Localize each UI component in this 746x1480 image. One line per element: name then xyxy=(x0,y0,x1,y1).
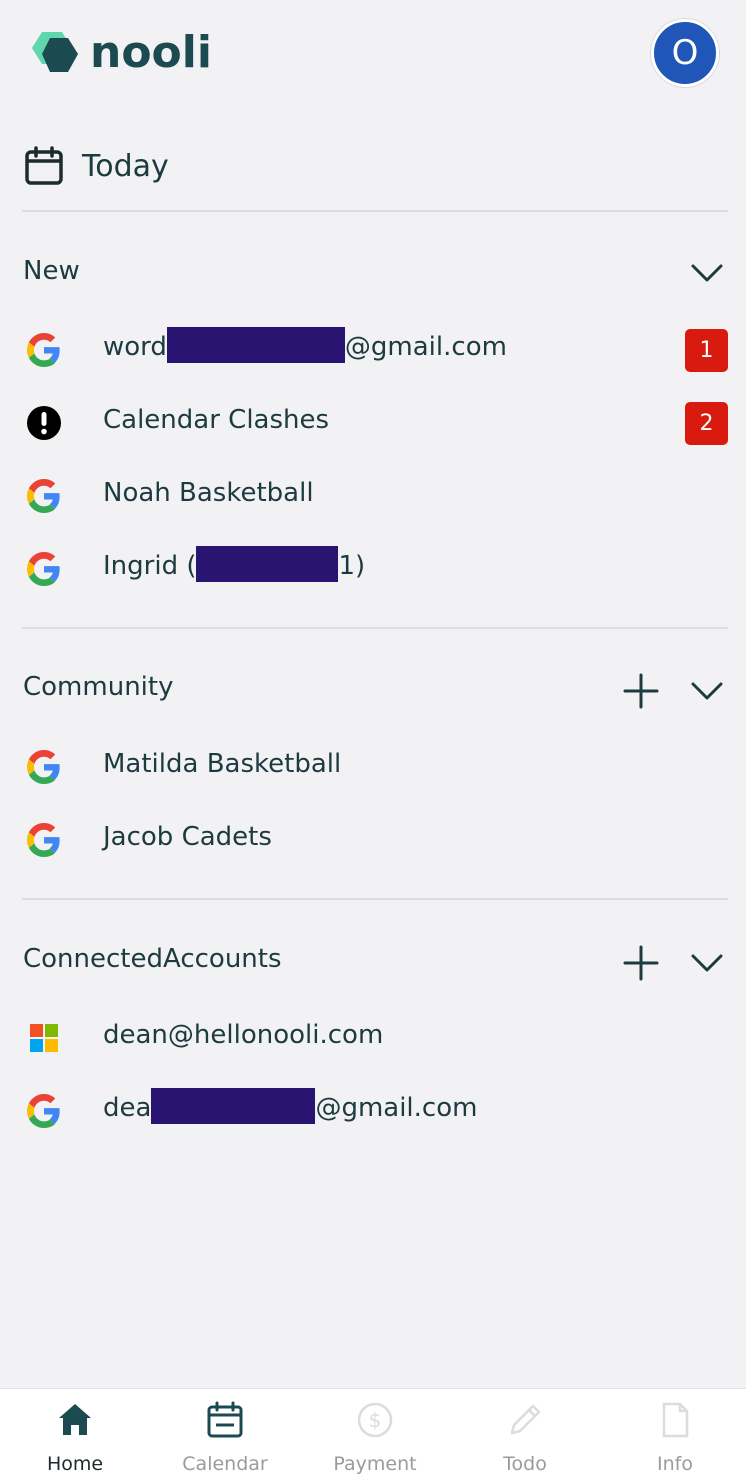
google-icon xyxy=(27,333,61,367)
nav-label: Todo xyxy=(503,1453,547,1475)
list-item-dea-gmail[interactable]: dea @gmail.com xyxy=(0,1081,746,1141)
chevron-down-icon[interactable] xyxy=(690,262,724,284)
calendar-icon xyxy=(25,146,63,185)
google-icon xyxy=(27,1094,61,1128)
chevron-down-icon[interactable] xyxy=(690,680,724,702)
calendar-icon xyxy=(207,1401,243,1438)
list-item-label: Calendar Clashes xyxy=(103,405,330,435)
brand-name: nooli xyxy=(90,27,212,78)
nav-payment[interactable]: $ Payment xyxy=(300,1389,450,1480)
nav-label: Calendar xyxy=(182,1453,268,1475)
list-item-word-gmail[interactable]: word @gmail.com 1 xyxy=(0,320,746,380)
list-item-calendar-clashes[interactable]: Calendar Clashes 2 xyxy=(0,393,746,453)
google-icon xyxy=(27,552,61,586)
list-item-noah-basketball[interactable]: Noah Basketball xyxy=(0,466,746,526)
list-item-label: dean@hellonooli.com xyxy=(103,1020,384,1050)
nav-label: Home xyxy=(46,1453,104,1475)
pencil-icon xyxy=(510,1404,541,1435)
list-item-label: Noah Basketball xyxy=(103,478,314,508)
nav-label: Info xyxy=(657,1453,693,1475)
list-item-label: Ingrid (1) xyxy=(103,545,365,582)
nav-calendar[interactable]: Calendar xyxy=(150,1389,300,1480)
redaction-box xyxy=(151,1087,316,1124)
nav-info[interactable]: Info xyxy=(600,1389,746,1480)
chevron-down-icon[interactable] xyxy=(690,952,724,974)
redaction-box xyxy=(196,545,339,582)
nav-todo[interactable]: Todo xyxy=(450,1389,600,1480)
count-badge: 2 xyxy=(685,402,728,445)
microsoft-icon xyxy=(30,1024,58,1052)
section-title-new: New xyxy=(23,256,80,286)
list-item-label: Jacob Cadets xyxy=(103,822,272,852)
list-item-ingrid[interactable]: Ingrid (1) xyxy=(0,539,746,599)
bottom-nav: Home Calendar $ Payment Todo Info xyxy=(0,1388,746,1480)
google-icon xyxy=(27,823,61,857)
document-icon xyxy=(662,1402,689,1438)
home-icon xyxy=(59,1404,91,1435)
list-item-label: dea @gmail.com xyxy=(103,1087,477,1124)
list-item-jacob-cadets[interactable]: Jacob Cadets xyxy=(0,810,746,870)
count-badge: 1 xyxy=(685,329,728,372)
nav-label: Payment xyxy=(333,1453,417,1475)
divider xyxy=(22,210,728,212)
list-item-matilda-basketball[interactable]: Matilda Basketball xyxy=(0,737,746,797)
profile-avatar[interactable]: O xyxy=(651,19,719,87)
section-title-connected-accounts: ConnectedAccounts xyxy=(23,944,282,974)
alert-icon xyxy=(27,406,61,440)
list-item-label: Matilda Basketball xyxy=(103,749,342,779)
section-title-community: Community xyxy=(23,672,174,702)
google-icon xyxy=(27,750,61,784)
divider xyxy=(22,627,728,629)
svg-text:$: $ xyxy=(369,1408,382,1432)
nooli-logo: nooli xyxy=(28,28,212,78)
google-icon xyxy=(27,479,61,513)
redaction-box xyxy=(166,326,345,363)
app-header: nooli O xyxy=(0,0,746,110)
nooli-logo-icon xyxy=(32,32,78,72)
plus-icon[interactable] xyxy=(623,945,659,981)
today-label: Today xyxy=(82,148,169,184)
today-link[interactable]: Today xyxy=(24,142,169,190)
dollar-icon: $ xyxy=(357,1402,393,1438)
nav-home[interactable]: Home xyxy=(0,1389,150,1480)
list-item-dean-hellonooli[interactable]: dean@hellonooli.com xyxy=(0,1008,746,1068)
divider xyxy=(22,898,728,900)
plus-icon[interactable] xyxy=(623,673,659,709)
list-item-label: word @gmail.com xyxy=(103,326,507,363)
